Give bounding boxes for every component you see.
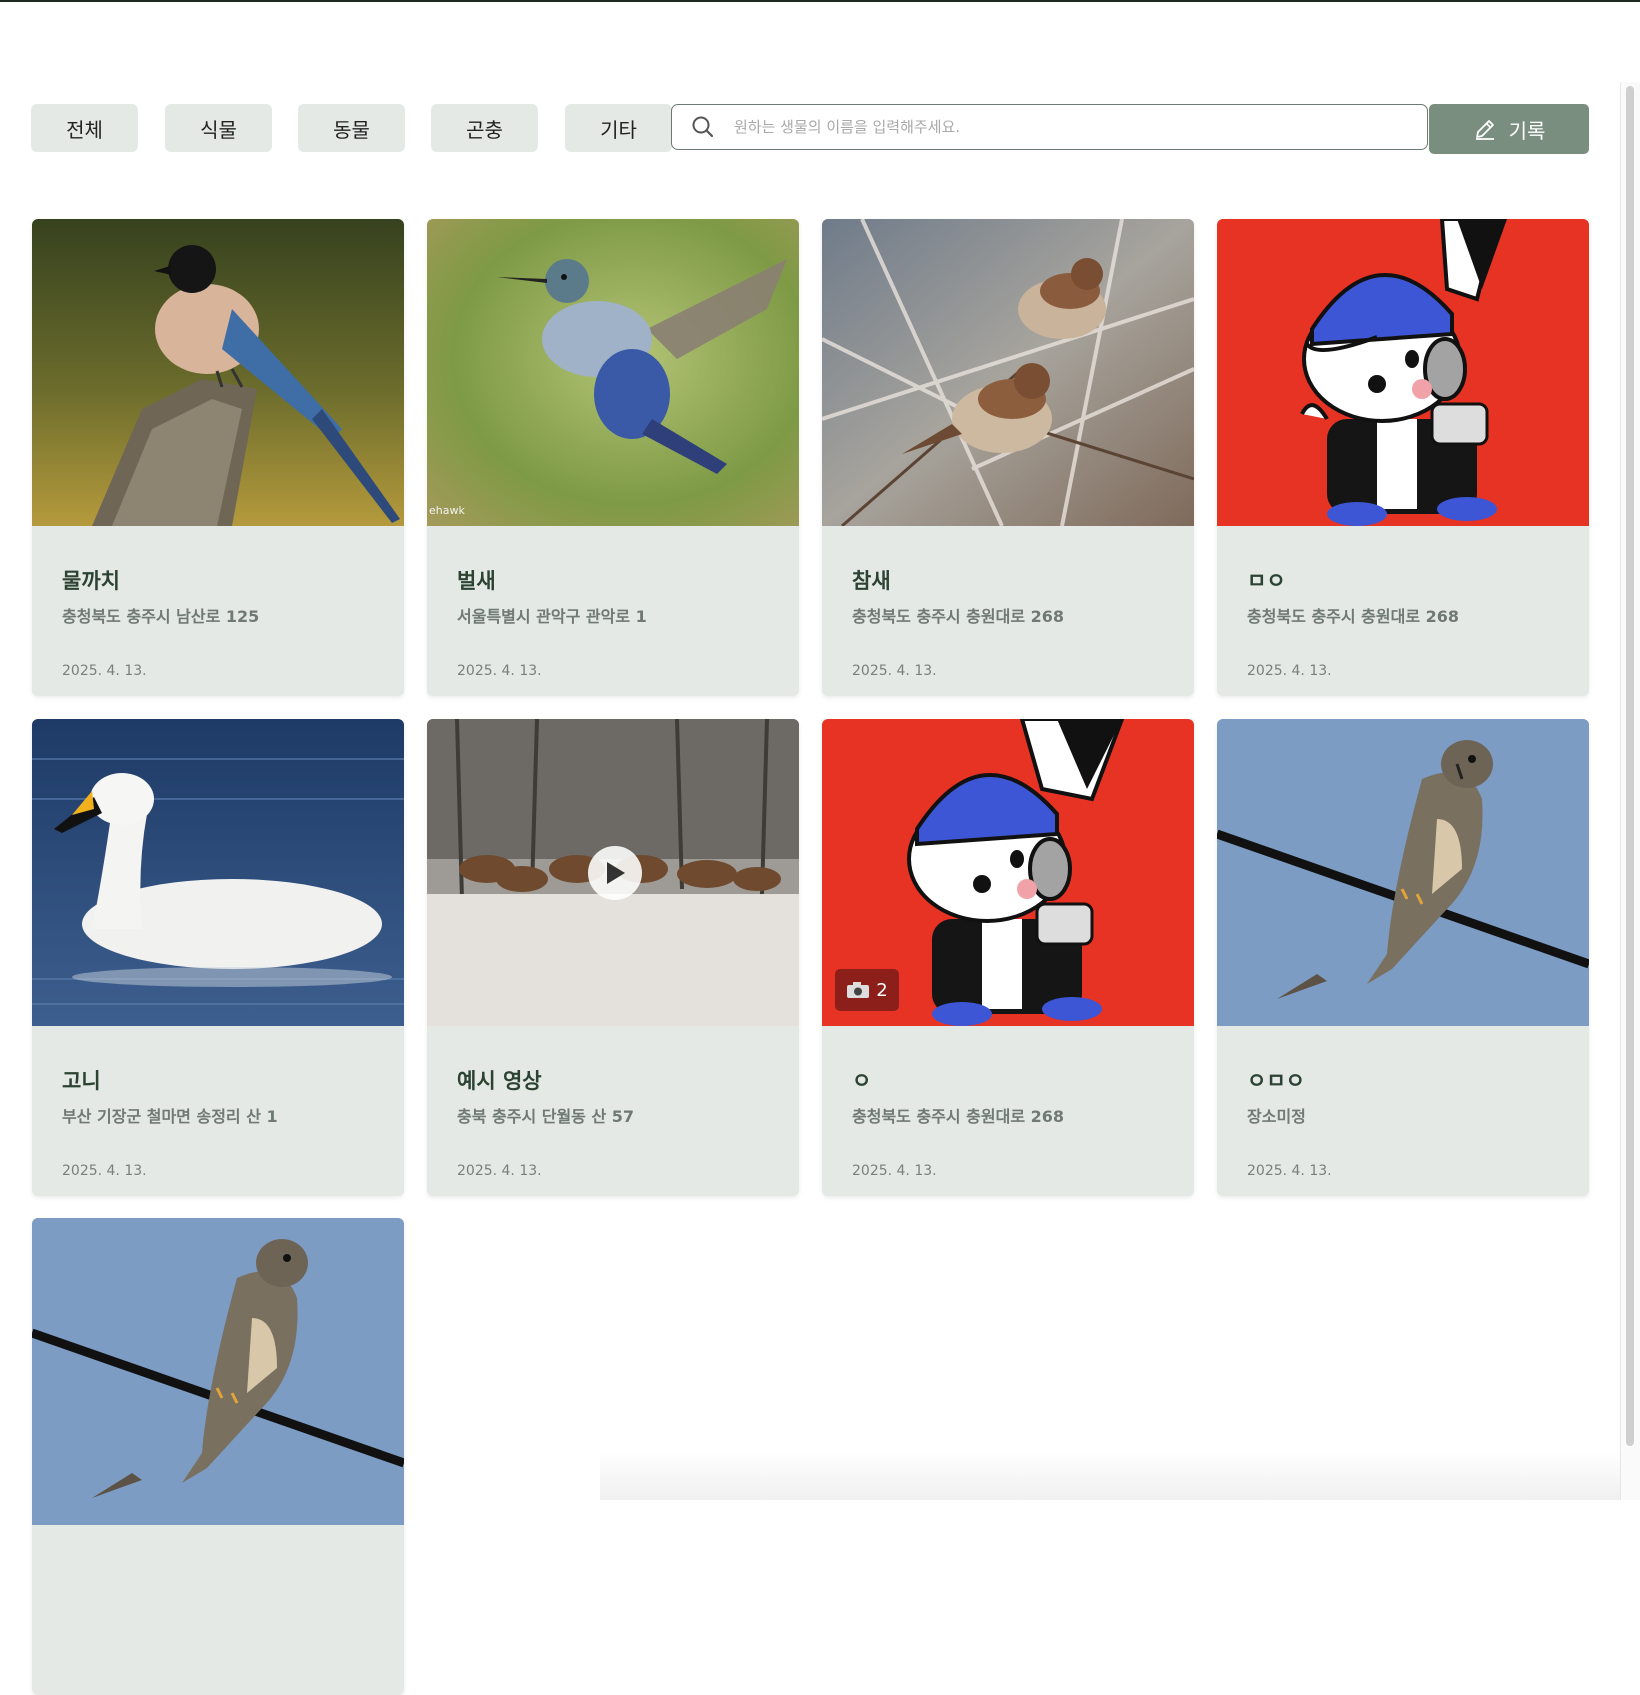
card-title: 참새 — [852, 569, 891, 593]
observation-card[interactable] — [32, 1218, 404, 1695]
card-date: 2025. 4. 13. — [62, 1163, 147, 1179]
camera-icon — [847, 982, 870, 998]
record-button-label: 기록 — [1508, 118, 1546, 143]
card-title: ㅁㅇ — [1247, 569, 1286, 593]
observation-card[interactable]: 고니 부산 기장군 철마면 송정리 산 1 2025. 4. 13. — [32, 719, 404, 1196]
bottom-fade — [600, 1450, 1620, 1500]
card-image — [1217, 219, 1589, 526]
card-location: 장소미정 — [1247, 1107, 1306, 1126]
filter-animal-button[interactable]: 동물 — [298, 104, 405, 152]
observation-card[interactable]: 예시 영상 충북 충주시 단월동 산 57 2025. 4. 13. — [427, 719, 799, 1196]
card-title: 예시 영상 — [457, 1069, 542, 1093]
card-title: ㅇ — [852, 1069, 872, 1093]
toolbar: 전체 식물 동물 곤충 기타 기록 — [0, 104, 1600, 154]
card-image — [1217, 719, 1589, 1026]
observation-card[interactable]: 2 ㅇ 충청북도 충주시 충원대로 268 2025. 4. 13. — [822, 719, 1194, 1196]
card-location: 서울특별시 관악구 관악로 1 — [457, 607, 647, 626]
card-image — [427, 719, 799, 1026]
card-date: 2025. 4. 13. — [852, 1163, 937, 1179]
filter-other-button[interactable]: 기타 — [565, 104, 672, 152]
card-location: 부산 기장군 철마면 송정리 산 1 — [62, 1107, 278, 1126]
observation-card[interactable]: ㅇㅁㅇ 장소미정 2025. 4. 13. — [1217, 719, 1589, 1196]
filter-all-button[interactable]: 전체 — [31, 104, 138, 152]
photo-count: 2 — [876, 979, 888, 1001]
card-location: 충청북도 충주시 남산로 125 — [62, 607, 260, 626]
card-image — [32, 719, 404, 1026]
play-icon — [607, 862, 625, 884]
card-title: 물까치 — [62, 569, 120, 593]
card-image — [32, 219, 404, 526]
photo-count-badge: 2 — [835, 969, 899, 1011]
card-location: 충청북도 충주시 충원대로 268 — [852, 607, 1065, 626]
search-box[interactable] — [671, 104, 1428, 150]
card-location: 충청북도 충주시 충원대로 268 — [1247, 607, 1460, 626]
play-button[interactable] — [588, 846, 642, 900]
observation-card[interactable]: ehawk 벌새 서울특별시 관악구 관악로 1 2025. 4. 13. — [427, 219, 799, 696]
scrollbar-thumb[interactable] — [1626, 86, 1634, 1446]
pencil-icon — [1475, 120, 1494, 140]
scrollbar[interactable] — [1620, 82, 1640, 1500]
observation-card[interactable]: 물까치 충청북도 충주시 남산로 125 2025. 4. 13. — [32, 219, 404, 696]
card-image: ehawk — [427, 219, 799, 526]
card-date: 2025. 4. 13. — [457, 1163, 542, 1179]
card-date: 2025. 4. 13. — [62, 663, 147, 679]
search-input[interactable] — [732, 106, 1427, 148]
observation-card[interactable]: ㅁㅇ 충청북도 충주시 충원대로 268 2025. 4. 13. — [1217, 219, 1589, 696]
card-image: 2 — [822, 719, 1194, 1026]
search-icon — [692, 116, 714, 138]
filter-plant-button[interactable]: 식물 — [165, 104, 272, 152]
card-image — [32, 1218, 404, 1525]
card-title: ㅇㅁㅇ — [1247, 1069, 1305, 1093]
card-location: 충북 충주시 단월동 산 57 — [457, 1107, 635, 1126]
card-date: 2025. 4. 13. — [1247, 663, 1332, 679]
record-button[interactable]: 기록 — [1429, 104, 1589, 154]
card-title: 고니 — [62, 1069, 101, 1093]
image-watermark: ehawk — [429, 504, 465, 517]
observation-card[interactable]: 참새 충청북도 충주시 충원대로 268 2025. 4. 13. — [822, 219, 1194, 696]
top-border — [0, 0, 1640, 2]
card-date: 2025. 4. 13. — [852, 663, 937, 679]
card-date: 2025. 4. 13. — [1247, 1163, 1332, 1179]
card-image — [822, 219, 1194, 526]
card-title: 벌새 — [457, 569, 496, 593]
card-date: 2025. 4. 13. — [457, 663, 542, 679]
card-location: 충청북도 충주시 충원대로 268 — [852, 1107, 1065, 1126]
filter-insect-button[interactable]: 곤충 — [431, 104, 538, 152]
